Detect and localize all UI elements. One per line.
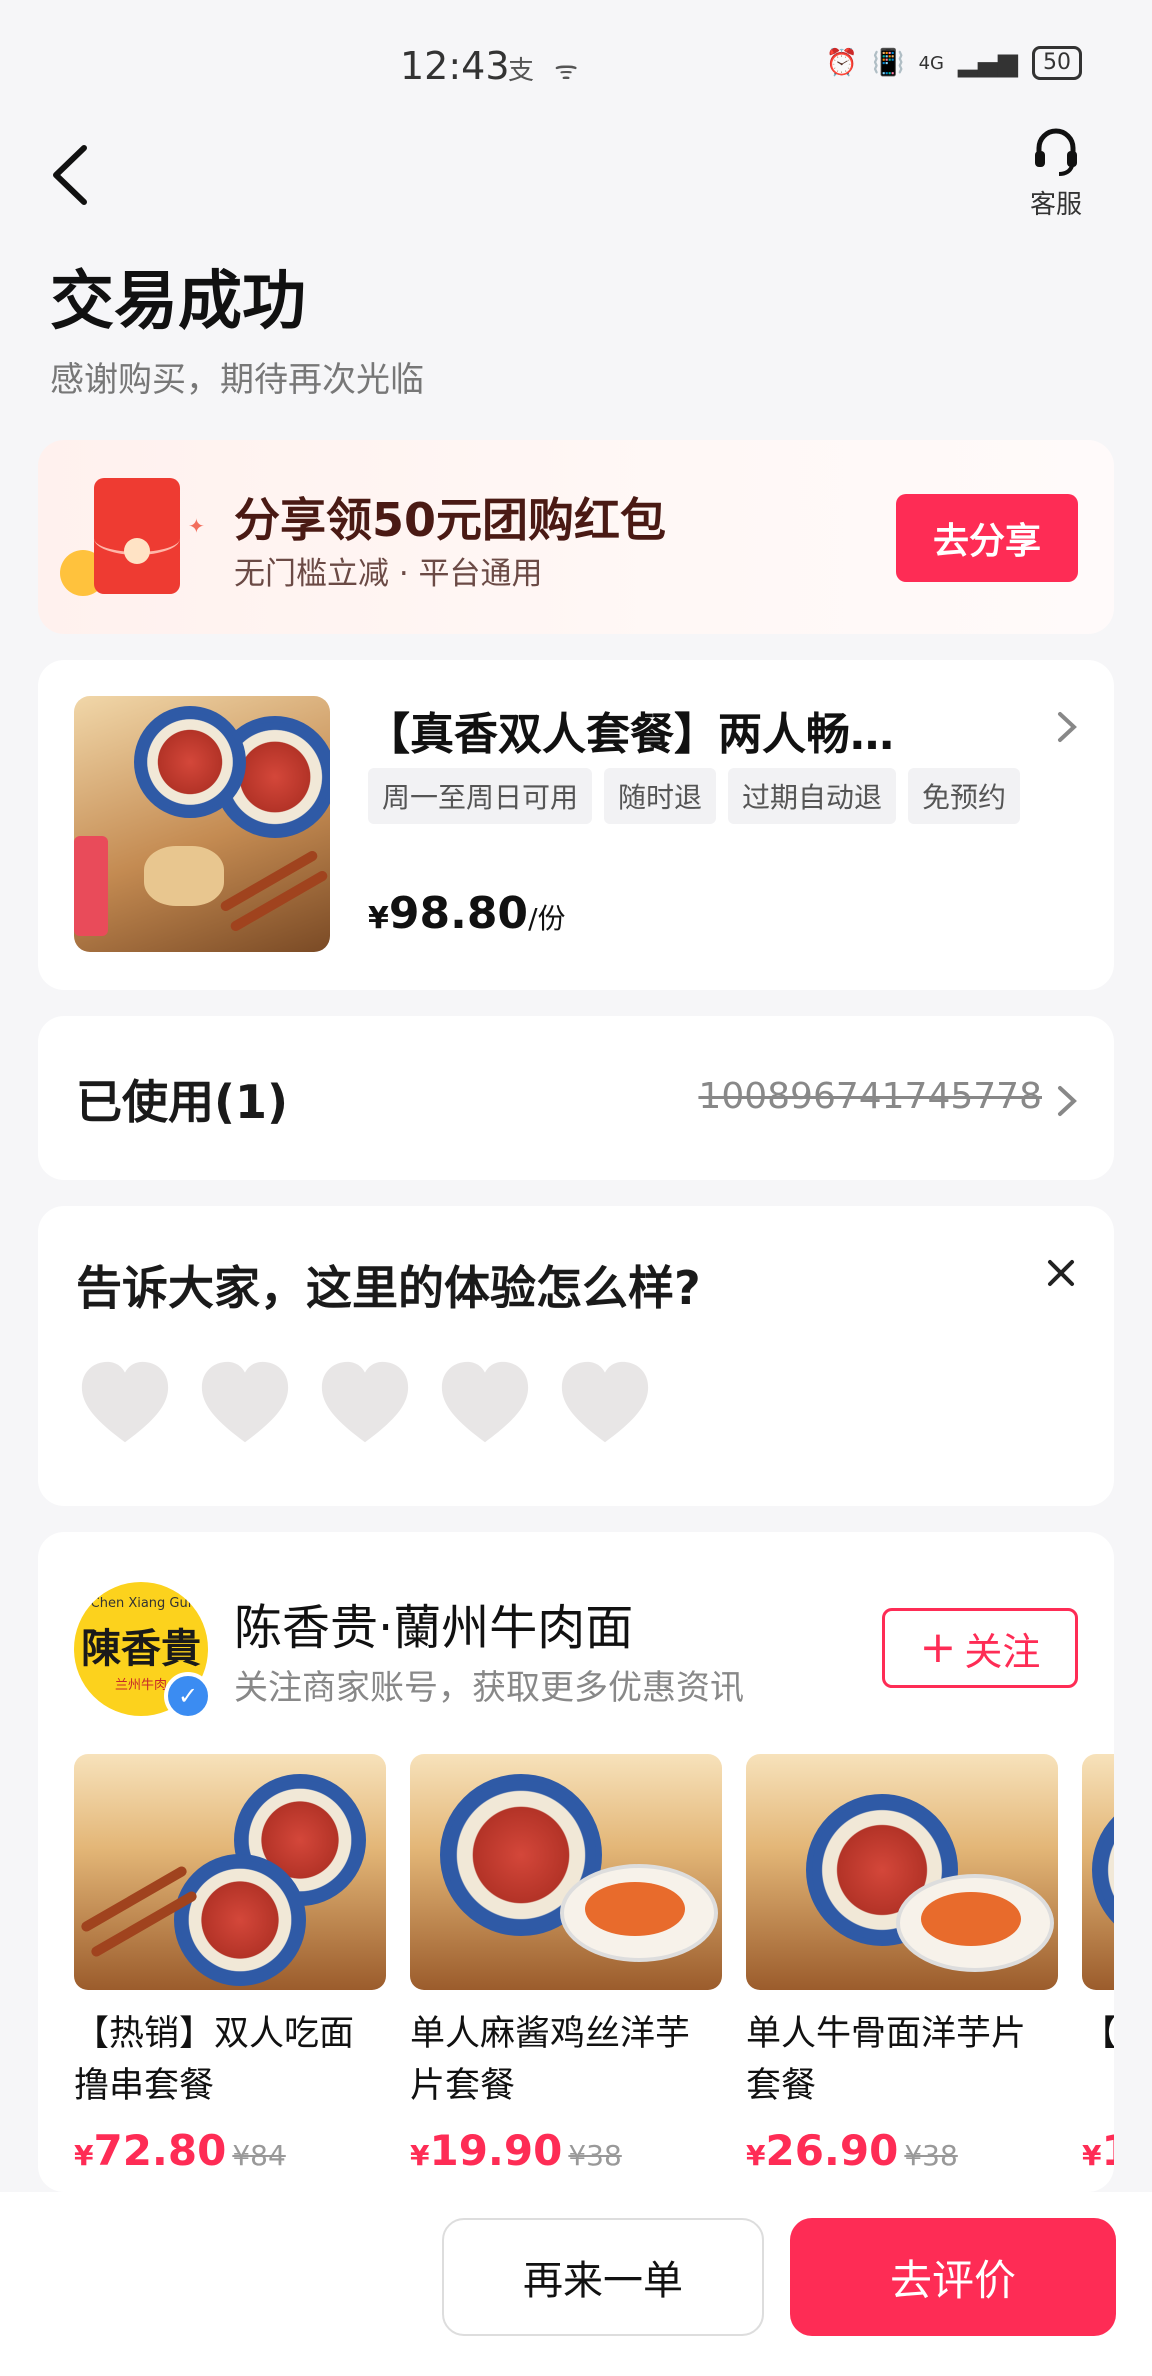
goods-item[interactable]: 【热销】双人吃面撸串套餐 ¥72.80 ¥84: [74, 1754, 386, 2175]
goods-price-now: 1: [1101, 2126, 1114, 2175]
goods-name: 【热销】双人吃面撸串套餐: [74, 2014, 355, 2106]
price-value: 98.80: [388, 888, 529, 939]
product-card[interactable]: 【真香双人套餐】两人畅… 周一至周日可用 随时退 过期自动退 免预约 ¥98.8…: [38, 660, 1114, 990]
product-tag: 随时退: [604, 768, 717, 824]
product-image: [74, 696, 330, 952]
follow-label: 关注: [964, 1629, 1041, 1674]
chevron-right-icon: [1058, 1086, 1077, 1116]
signal-icon: ▂▄▆: [958, 48, 1018, 78]
merchant-card: Chen Xiang Gui 陳香貴 兰州牛肉 ✓ 陈香贵·蘭州牛肉面 关注商家…: [38, 1532, 1114, 2192]
product-tags: 周一至周日可用 随时退 过期自动退 免预约: [368, 768, 1021, 824]
voucher-usage-row[interactable]: 已使用(1) 100896741745778: [38, 1016, 1114, 1180]
page-title: 交易成功: [50, 265, 306, 339]
merchant-name[interactable]: 陈香贵·蘭州牛肉面: [234, 1588, 633, 1658]
reorder-button[interactable]: 再来一单: [442, 2218, 764, 2336]
goods-image: [410, 1754, 722, 1990]
heart-rating-icon[interactable]: [436, 1354, 534, 1452]
close-icon[interactable]: [1046, 1258, 1076, 1288]
verified-check-icon: ✓: [164, 1672, 212, 1720]
sparkle-icon: ✦: [188, 514, 205, 538]
review-question: 告诉大家，这里的体验怎么样?: [76, 1261, 701, 1315]
chevron-right-icon: [1058, 712, 1077, 742]
go-review-button[interactable]: 去评价: [790, 2218, 1116, 2336]
red-envelope-icon: [94, 478, 180, 594]
goods-name: 单人麻酱鸡丝洋芋片套餐: [410, 2014, 691, 2106]
usage-label: 已使用(1): [76, 1075, 289, 1129]
battery-indicator: 50: [1032, 46, 1082, 80]
merchant-goods-list: 【热销】双人吃面撸串套餐 ¥72.80 ¥84 单人麻酱鸡丝洋芋片套餐 ¥19.9…: [74, 1754, 1114, 2175]
goods-price: ¥26.90 ¥38: [746, 2126, 1058, 2175]
share-title: 分享领50元团购红包: [234, 493, 667, 547]
product-tag: 周一至周日可用: [368, 768, 593, 824]
goods-item[interactable]: 单人麻酱鸡丝洋芋片套餐 ¥19.90 ¥38: [410, 1754, 722, 2175]
product-tag: 免预约: [908, 768, 1021, 824]
goods-price-old: ¥38: [568, 2139, 622, 2172]
heart-rating: [76, 1354, 654, 1452]
status-left-icons: 支 ᯤ: [508, 56, 585, 86]
goods-price-now: 19.90: [429, 2126, 563, 2175]
goods-item[interactable]: 单人牛骨面洋芋片套餐 ¥26.90 ¥38: [746, 1754, 1058, 2175]
alarm-icon: ⏰: [825, 48, 859, 78]
goods-price-old: ¥84: [232, 2139, 286, 2172]
customer-service-label: 客服: [1029, 190, 1082, 220]
share-button[interactable]: 去分享: [896, 494, 1078, 582]
goods-image: [74, 1754, 386, 1990]
price-unit: /份: [528, 902, 566, 935]
order-number: 100896741745778: [698, 1076, 1042, 1117]
currency-symbol: ¥: [74, 2139, 94, 2172]
chevron-left-icon[interactable]: [46, 140, 96, 210]
share-banner[interactable]: ✦ 分享领50元团购红包 无门槛立减 · 平台通用 去分享: [38, 440, 1114, 634]
logo-text-top: Chen Xiang Gui: [90, 1596, 192, 1611]
follow-button[interactable]: + 关注: [882, 1608, 1078, 1688]
bottom-action-bar: 再来一单 去评价: [0, 2192, 1152, 2376]
logo-text-main: 陳香貴: [81, 1625, 201, 1672]
heart-rating-icon[interactable]: [556, 1354, 654, 1452]
goods-image: [1082, 1754, 1114, 1990]
customer-service-button[interactable]: 客服: [1016, 124, 1096, 221]
goods-price-now: 26.90: [765, 2126, 899, 2175]
goods-item[interactable]: 【超 ¥1: [1082, 1754, 1114, 2175]
page-subtitle: 感谢购买，期待再次光临: [50, 360, 424, 400]
headset-icon: [1035, 128, 1077, 176]
goods-image: [746, 1754, 1058, 1990]
currency-symbol: ¥: [410, 2139, 430, 2172]
currency-symbol: ¥: [1082, 2139, 1102, 2172]
heart-rating-icon[interactable]: [316, 1354, 414, 1452]
goods-name: 单人牛骨面洋芋片套餐: [746, 2014, 1027, 2106]
status-right-icons: ⏰ 📳 4G ▂▄▆ 50: [826, 46, 1082, 80]
status-time: 12:43: [400, 44, 510, 88]
goods-price-now: 72.80: [93, 2126, 227, 2175]
merchant-subtitle: 关注商家账号，获取更多优惠资讯: [234, 1668, 744, 1708]
review-prompt-card: 告诉大家，这里的体验怎么样?: [38, 1206, 1114, 1506]
goods-price-old: ¥38: [904, 2139, 958, 2172]
goods-price: ¥72.80 ¥84: [74, 2126, 386, 2175]
heart-rating-icon[interactable]: [76, 1354, 174, 1452]
heart-rating-icon[interactable]: [196, 1354, 294, 1452]
vibrate-icon: 📳: [872, 48, 905, 78]
currency-symbol: ¥: [368, 901, 389, 936]
goods-name: 【超: [1082, 2014, 1114, 2054]
goods-price: ¥19.90 ¥38: [410, 2126, 722, 2175]
currency-symbol: ¥: [746, 2139, 766, 2172]
product-title: 【真香双人套餐】两人畅…: [366, 709, 894, 760]
goods-price: ¥1: [1082, 2126, 1114, 2175]
product-tag: 过期自动退: [728, 768, 897, 824]
plus-icon: +: [919, 1622, 957, 1673]
product-price: ¥98.80/份: [368, 888, 566, 939]
network-label: 4G: [918, 52, 944, 74]
share-subtitle: 无门槛立减 · 平台通用: [234, 556, 543, 592]
